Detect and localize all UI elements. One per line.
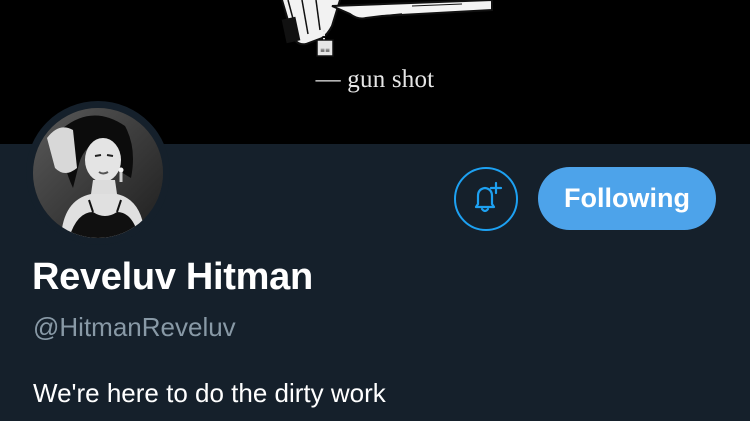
profile-handle: @HitmanReveluv [33, 312, 236, 342]
svg-text:≡≡: ≡≡ [320, 47, 330, 54]
bell-plus-icon [474, 181, 503, 213]
avatar-photo [33, 108, 163, 238]
profile-display-name: Reveluv Hitman [32, 256, 313, 298]
notification-bell-button[interactable] [454, 167, 518, 231]
banner-hand-gun-illustration: ≡≡ [281, 0, 493, 57]
following-button[interactable]: Following [538, 167, 716, 230]
profile-bio: We're here to do the dirty work [33, 378, 386, 408]
avatar[interactable] [26, 101, 170, 245]
banner-caption: — gun shot [315, 66, 435, 93]
avatar-portrait-image [33, 108, 163, 238]
